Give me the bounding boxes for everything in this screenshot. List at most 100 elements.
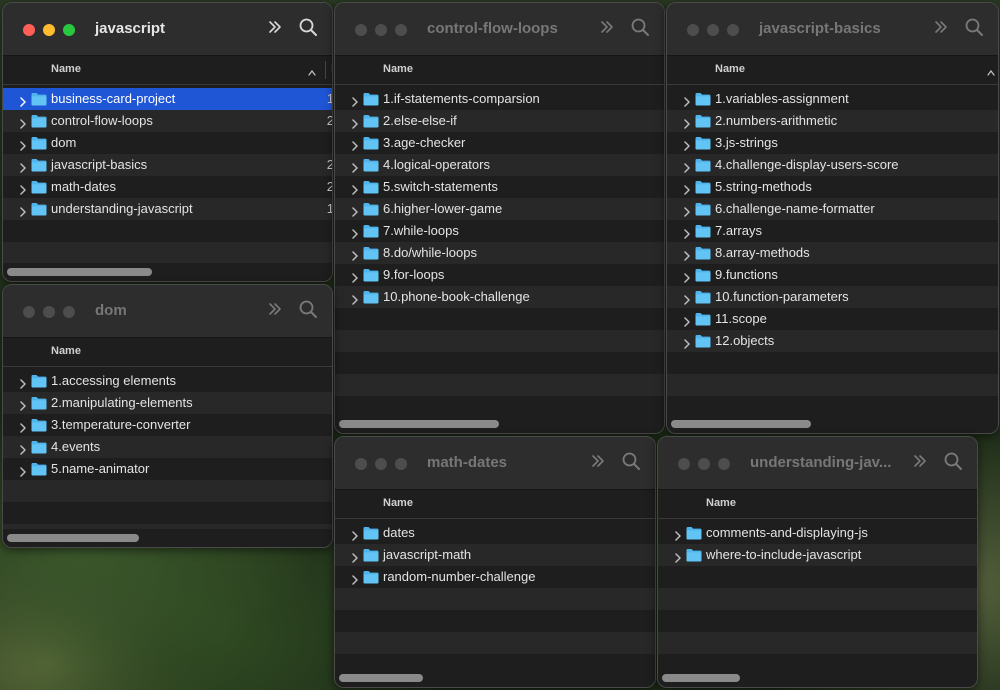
horizontal-scrollbar[interactable] xyxy=(3,263,332,281)
search-icon[interactable] xyxy=(630,17,650,37)
chevron-right-icon[interactable] xyxy=(683,116,691,129)
chevron-right-icon[interactable] xyxy=(683,160,691,173)
chevron-right-icon[interactable] xyxy=(351,116,359,129)
chevron-double-right-icon[interactable] xyxy=(932,18,950,36)
name-column-header[interactable]: Name xyxy=(383,63,413,75)
list-item[interactable]: 5.name-animator xyxy=(3,458,332,480)
list-item[interactable]: 1.if-statements-comparsion xyxy=(335,88,664,110)
list-item[interactable]: 4.logical-operators xyxy=(335,154,664,176)
zoom-button[interactable] xyxy=(718,458,730,470)
title-bar[interactable]: control-flow-loops xyxy=(335,3,664,55)
list-item[interactable]: 10.function-parameters xyxy=(667,286,998,308)
horizontal-scrollbar[interactable] xyxy=(3,529,332,547)
zoom-button[interactable] xyxy=(63,306,75,318)
close-button[interactable] xyxy=(23,24,35,36)
finder-window-dom[interactable]: dom Name 1.accessing elements 2.manipulatin… xyxy=(2,284,333,548)
file-list[interactable]: dates javascript-math random-number-challe… xyxy=(335,522,655,669)
chevron-right-icon[interactable] xyxy=(351,528,359,541)
scrollbar-thumb[interactable] xyxy=(7,534,139,542)
title-bar[interactable]: math-dates xyxy=(335,437,655,489)
chevron-right-icon[interactable] xyxy=(19,160,27,173)
close-button[interactable] xyxy=(687,24,699,36)
list-item[interactable]: javascript-math xyxy=(335,544,655,566)
search-icon[interactable] xyxy=(943,451,963,471)
list-item[interactable]: control-flow-loops 2 xyxy=(3,110,332,132)
list-item[interactable]: 9.functions xyxy=(667,264,998,286)
finder-window-javascript[interactable]: javascript Name Dbusiness-card-project 1 con… xyxy=(2,2,333,282)
column-header[interactable]: Name xyxy=(3,337,332,367)
list-item[interactable]: 2.else-else-if xyxy=(335,110,664,132)
file-list[interactable]: 1.if-statements-comparsion 2.else-else-if… xyxy=(335,88,664,415)
name-column-header[interactable]: Name xyxy=(383,497,413,509)
column-header[interactable]: Name xyxy=(335,55,664,85)
close-button[interactable] xyxy=(355,24,367,36)
chevron-right-icon[interactable] xyxy=(683,270,691,283)
chevron-right-icon[interactable] xyxy=(351,138,359,151)
title-bar[interactable]: dom xyxy=(3,285,332,337)
search-icon[interactable] xyxy=(298,299,318,319)
zoom-button[interactable] xyxy=(63,24,75,36)
column-header[interactable]: Name xyxy=(667,55,998,85)
zoom-button[interactable] xyxy=(395,458,407,470)
list-item[interactable]: 10.phone-book-challenge xyxy=(335,286,664,308)
list-item[interactable]: javascript-basics 2 xyxy=(3,154,332,176)
title-bar[interactable]: javascript-basics xyxy=(667,3,998,55)
name-column-header[interactable]: Name xyxy=(706,497,736,509)
list-item[interactable]: 7.arrays xyxy=(667,220,998,242)
minimize-button[interactable] xyxy=(707,24,719,36)
chevron-right-icon[interactable] xyxy=(683,204,691,217)
finder-window-understanding-javascript[interactable]: understanding-jav... Name comments-and-dis… xyxy=(657,436,978,688)
list-item[interactable]: 4.events xyxy=(3,436,332,458)
chevron-right-icon[interactable] xyxy=(683,292,691,305)
search-icon[interactable] xyxy=(298,17,318,37)
name-column-header[interactable]: Name xyxy=(51,63,81,75)
minimize-button[interactable] xyxy=(43,24,55,36)
list-item[interactable]: 1.accessing elements xyxy=(3,370,332,392)
chevron-right-icon[interactable] xyxy=(19,442,27,455)
list-item[interactable]: random-number-challenge xyxy=(335,566,655,588)
title-bar[interactable]: understanding-jav... xyxy=(658,437,977,489)
column-header[interactable]: Name xyxy=(658,489,977,519)
chevron-right-icon[interactable] xyxy=(19,138,27,151)
chevron-right-icon[interactable] xyxy=(351,572,359,585)
chevron-right-icon[interactable] xyxy=(683,248,691,261)
list-item[interactable]: business-card-project 1 xyxy=(3,88,332,110)
scrollbar-thumb[interactable] xyxy=(339,674,423,682)
list-item[interactable]: 5.switch-statements xyxy=(335,176,664,198)
name-column-header[interactable]: Name xyxy=(51,345,81,357)
finder-window-math-dates[interactable]: math-dates Name dates javascript-math random… xyxy=(334,436,656,688)
file-list[interactable]: business-card-project 1 control-flow-loops… xyxy=(3,88,332,263)
list-item[interactable]: comments-and-displaying-js xyxy=(658,522,977,544)
list-item[interactable]: 8.do/while-loops xyxy=(335,242,664,264)
file-list[interactable]: comments-and-displaying-js where-to-inclu… xyxy=(658,522,977,669)
close-button[interactable] xyxy=(23,306,35,318)
list-item[interactable]: 4.challenge-display-users-score xyxy=(667,154,998,176)
chevron-right-icon[interactable] xyxy=(351,226,359,239)
chevron-right-icon[interactable] xyxy=(19,464,27,477)
chevron-right-icon[interactable] xyxy=(19,420,27,433)
list-item[interactable]: 3.temperature-converter xyxy=(3,414,332,436)
list-item[interactable]: 1.variables-assignment xyxy=(667,88,998,110)
list-item[interactable]: 3.age-checker xyxy=(335,132,664,154)
chevron-right-icon[interactable] xyxy=(19,116,27,129)
list-item[interactable]: 2.manipulating-elements xyxy=(3,392,332,414)
chevron-right-icon[interactable] xyxy=(19,182,27,195)
search-icon[interactable] xyxy=(964,17,984,37)
horizontal-scrollbar[interactable] xyxy=(667,415,998,433)
chevron-right-icon[interactable] xyxy=(683,226,691,239)
list-item[interactable]: 6.higher-lower-game xyxy=(335,198,664,220)
chevron-right-icon[interactable] xyxy=(351,550,359,563)
list-item[interactable]: dates xyxy=(335,522,655,544)
chevron-right-icon[interactable] xyxy=(19,398,27,411)
chevron-right-icon[interactable] xyxy=(683,336,691,349)
chevron-right-icon[interactable] xyxy=(351,182,359,195)
list-item[interactable]: 7.while-loops xyxy=(335,220,664,242)
chevron-double-right-icon[interactable] xyxy=(589,452,607,470)
chevron-right-icon[interactable] xyxy=(683,182,691,195)
scrollbar-thumb[interactable] xyxy=(339,420,499,428)
chevron-right-icon[interactable] xyxy=(19,376,27,389)
list-item[interactable]: where-to-include-javascript xyxy=(658,544,977,566)
scrollbar-thumb[interactable] xyxy=(662,674,740,682)
list-item[interactable]: 11.scope xyxy=(667,308,998,330)
search-icon[interactable] xyxy=(621,451,641,471)
